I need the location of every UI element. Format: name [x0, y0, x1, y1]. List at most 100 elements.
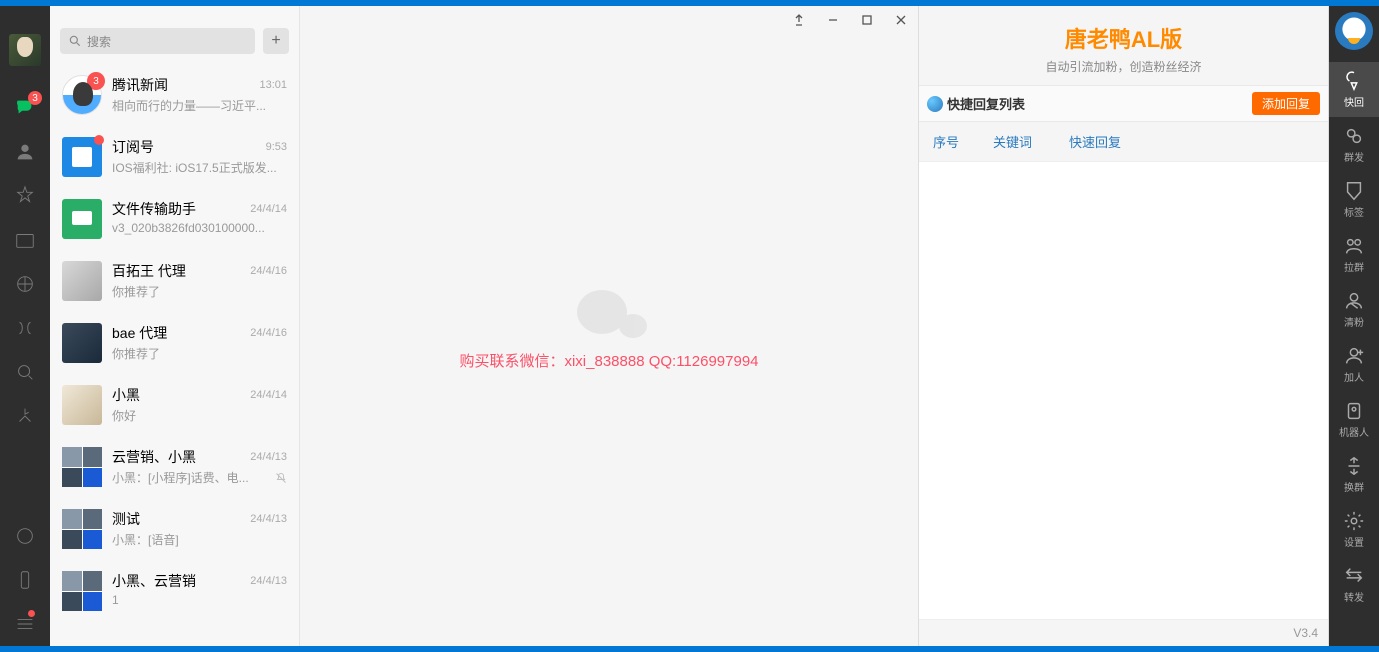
tool-群发[interactable]: 群发 [1329, 117, 1379, 172]
chat-name: 订阅号 [112, 137, 154, 157]
tool-label: 机器人 [1339, 424, 1369, 439]
chat-name: 腾讯新闻 [112, 75, 168, 95]
chat-preview: v3_020b3826fd030100000... [112, 221, 287, 235]
tool-快回[interactable]: 快回 [1329, 62, 1379, 117]
chat-preview: 1 [112, 593, 287, 607]
chat-avatar [62, 261, 102, 301]
chat-preview: 你推荐了 [112, 283, 287, 300]
chat-time: 24/4/16 [250, 265, 287, 277]
chat-time: 24/4/16 [250, 327, 287, 339]
phone-icon[interactable] [13, 568, 37, 592]
chat-avatar: 3 [62, 75, 102, 115]
reply-body [919, 161, 1328, 619]
col-reply: 快速回复 [1069, 132, 1314, 151]
globe-icon [927, 96, 943, 112]
contacts-icon[interactable] [13, 140, 37, 164]
chat-time: 13:01 [259, 79, 287, 91]
chat-item[interactable]: 百拓王 代理24/4/16你推荐了 [50, 250, 299, 312]
search-side-icon[interactable] [13, 360, 37, 384]
pin-button[interactable] [782, 6, 816, 34]
chat-time: 24/4/14 [250, 203, 287, 215]
user-avatar[interactable] [9, 34, 41, 66]
tool-加人[interactable]: 加人 [1329, 337, 1379, 392]
favorites-icon[interactable] [13, 184, 37, 208]
chat-preview: 小黑：[小程序]话费、电... [112, 469, 271, 486]
minimize-button[interactable] [816, 6, 850, 34]
tool-label: 设置 [1344, 534, 1364, 549]
unread-dot [94, 135, 104, 145]
tool-label: 清粉 [1344, 314, 1364, 329]
chat-badge: 3 [28, 91, 42, 105]
window-controls [782, 6, 918, 34]
chat-item[interactable]: 小黑24/4/14你好 [50, 374, 299, 436]
files-icon[interactable] [13, 228, 37, 252]
tool-label: 加人 [1344, 369, 1364, 384]
tool-label: 标签 [1344, 204, 1364, 219]
tool-标签[interactable]: 标签 [1329, 172, 1379, 227]
tool-转发[interactable]: 转发 [1329, 557, 1379, 612]
chat-preview: 小黑：[语音] [112, 531, 287, 548]
col-index: 序号 [933, 132, 993, 151]
chat-avatar [62, 385, 102, 425]
tool-清粉[interactable]: 清粉 [1329, 282, 1379, 337]
chat-item[interactable]: 3 腾讯新闻 13:01 相向而行的力量——习近平... [50, 64, 299, 126]
chat-name: 小黑、云营销 [112, 571, 196, 591]
app-title: 唐老鸭AL版 [919, 22, 1328, 54]
chat-preview: 你推荐了 [112, 345, 287, 362]
moments-icon[interactable] [13, 272, 37, 296]
chat-list-panel: 搜索 + 3 腾讯新闻 13:01 相向而行的力量——习近平... 订阅号 9:53 IOS… [50, 6, 300, 646]
chat-item[interactable]: 云营销、小黑 24/4/13 小黑：[小程序]话费、电... [50, 436, 299, 498]
tool-label: 转发 [1344, 589, 1364, 604]
chat-item[interactable]: 小黑、云营销24/4/131 [50, 560, 299, 622]
chat-time: 24/4/13 [250, 513, 287, 525]
chat-item[interactable]: 文件传输助手 24/4/14 v3_020b3826fd030100000... [50, 188, 299, 250]
chat-name: 小黑 [112, 385, 140, 405]
tool-label: 拉群 [1344, 259, 1364, 274]
tool-拉群[interactable]: 拉群 [1329, 227, 1379, 282]
chat-name: 云营销、小黑 [112, 447, 196, 467]
miniprogram-icon[interactable] [13, 524, 37, 548]
col-keyword: 关键词 [993, 132, 1069, 151]
search-input[interactable]: 搜索 [60, 28, 255, 54]
watermark-text: 购买联系微信：xixi_838888 QQ:1126997994 [459, 350, 758, 371]
tool-sidebar: 快回群发标签拉群清粉加人机器人换群设置转发 [1329, 6, 1379, 646]
chat-items: 3 腾讯新闻 13:01 相向而行的力量——习近平... 订阅号 9:53 IOS福利社: … [50, 64, 299, 646]
chat-item[interactable]: 测试 24/4/13 小黑：[语音] [50, 498, 299, 560]
tool-label: 换群 [1344, 479, 1364, 494]
wechat-logo-watermark [569, 282, 649, 352]
maximize-button[interactable] [850, 6, 884, 34]
chat-tab-icon[interactable]: 3 [13, 96, 37, 120]
chat-avatar [62, 323, 102, 363]
chat-name: 文件传输助手 [112, 199, 196, 219]
chat-preview: 相向而行的力量——习近平... [112, 97, 287, 114]
tool-label: 快回 [1344, 94, 1364, 109]
right-panel: 唐老鸭AL版 自动引流加粉，创造粉丝经济 快捷回复列表 添加回复 序号 关键词 … [919, 6, 1329, 646]
chat-item[interactable]: 订阅号 9:53 IOS福利社: iOS17.5正式版发... [50, 126, 299, 188]
tool-换群[interactable]: 换群 [1329, 447, 1379, 502]
chat-time: 9:53 [266, 141, 287, 153]
chat-time: 24/4/14 [250, 389, 287, 401]
close-button[interactable] [884, 6, 918, 34]
tool-设置[interactable]: 设置 [1329, 502, 1379, 557]
chat-preview: IOS福利社: iOS17.5正式版发... [112, 159, 287, 176]
menu-icon[interactable] [13, 612, 37, 636]
chat-avatar [62, 137, 102, 177]
app-subtitle: 自动引流加粉，创造粉丝经济 [919, 58, 1328, 75]
channels-icon[interactable] [13, 316, 37, 340]
chat-avatar [62, 571, 102, 611]
topstories-icon[interactable] [13, 404, 37, 428]
chat-time: 24/4/13 [250, 451, 287, 463]
chat-name: 测试 [112, 509, 140, 529]
chat-item[interactable]: bae 代理24/4/16你推荐了 [50, 312, 299, 374]
mute-icon [275, 472, 287, 484]
wechat-sidebar: 3 [0, 6, 50, 646]
reply-list-label: 快捷回复列表 [947, 94, 1025, 113]
unread-badge: 3 [87, 72, 105, 90]
version-label: V3.4 [919, 619, 1328, 646]
tool-机器人[interactable]: 机器人 [1329, 392, 1379, 447]
duck-logo [1335, 12, 1373, 50]
search-placeholder: 搜索 [87, 33, 111, 50]
add-button[interactable]: + [263, 28, 289, 54]
chat-avatar [62, 509, 102, 549]
add-reply-button[interactable]: 添加回复 [1252, 92, 1320, 115]
